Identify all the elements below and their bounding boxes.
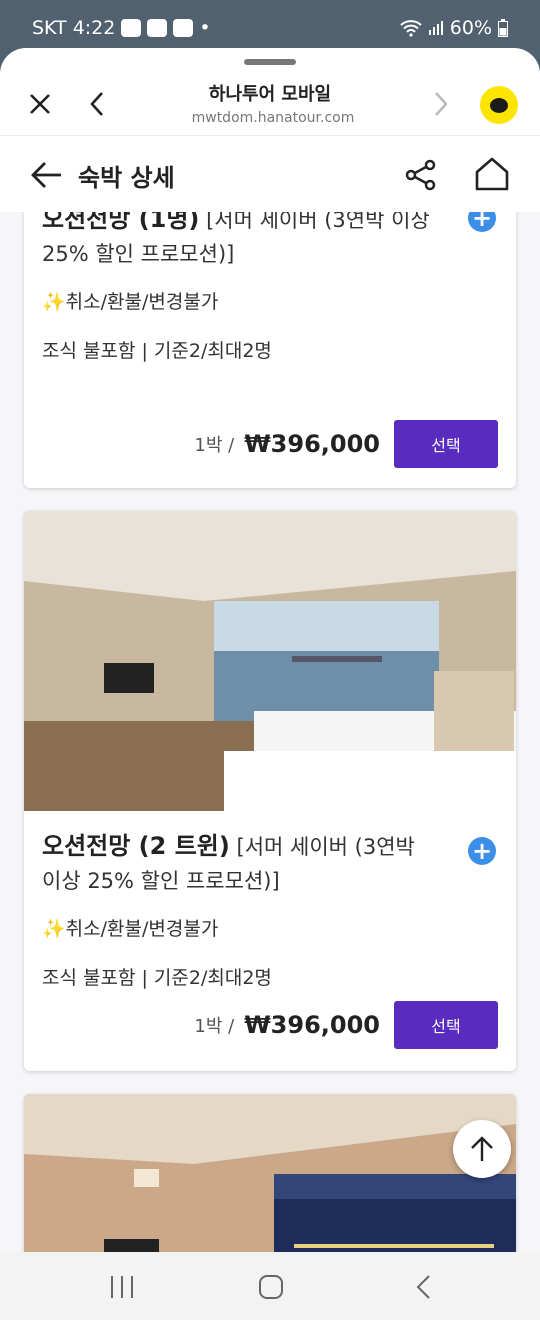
system-nav-bar	[0, 1252, 540, 1320]
per-night-label: 1박 /	[194, 1016, 235, 1037]
home-icon[interactable]	[474, 156, 510, 192]
room-name: 오션전망 (2 트윈) [서머 세이버 (3연박 이상 25% 할인 프로모션)…	[42, 832, 415, 893]
arrow-up-icon[interactable]	[453, 1120, 511, 1178]
room-card: 오션전망 (2 트윈) [서머 세이버 (3연박 이상 25% 할인 프로모션)…	[24, 511, 516, 1071]
meal-info: 조식 불포함 | 기준2/최대2명	[42, 967, 272, 989]
room-price: ₩396,000	[244, 430, 380, 458]
browser-toolbar: 하나투어 모바일 mwtdom.hanatour.com	[0, 72, 540, 136]
wifi-icon	[400, 20, 422, 37]
select-button[interactable]: 선택	[394, 420, 498, 468]
cancel-policy: ✨취소/환불/변경불가	[42, 291, 219, 313]
recent-apps-icon[interactable]	[108, 1274, 136, 1300]
battery-level: 60%	[449, 17, 492, 39]
room-photo[interactable]	[24, 511, 516, 811]
sheet-grab-handle[interactable]	[244, 59, 296, 65]
room-card	[24, 1094, 516, 1252]
meal-info: 조식 불포함 | 기준2/최대2명	[42, 340, 272, 362]
app-header: 숙박 상세	[0, 138, 540, 212]
browser-sheet: 하나투어 모바일 mwtdom.hanatour.com 숙박 상세 오션전망 …	[0, 48, 540, 1320]
back-arrow-icon[interactable]	[30, 158, 64, 192]
plus-icon[interactable]: +	[468, 837, 496, 865]
kakao-chat-icon[interactable]	[480, 86, 518, 124]
talk-notification-icon	[121, 19, 142, 37]
home-button-icon[interactable]	[258, 1274, 284, 1300]
select-button[interactable]: 선택	[394, 1001, 498, 1049]
back-button-icon[interactable]	[412, 1274, 436, 1300]
room-price: ₩396,000	[244, 1011, 380, 1039]
plus-icon[interactable]: +	[468, 212, 496, 232]
browser-title: 하나투어 모바일	[208, 84, 332, 105]
battery-icon	[498, 19, 508, 37]
page-title: 숙박 상세	[78, 164, 175, 192]
cancel-policy: ✨취소/환불/변경불가	[42, 918, 219, 940]
room-name: 오션전망 (1명) [서머 세이버 (3연박 이상 25% 할인 프로모션)]	[42, 212, 430, 266]
room-card: 오션전망 (1명) [서머 세이버 (3연박 이상 25% 할인 프로모션)] …	[24, 212, 516, 488]
gallery-notification-icon	[147, 19, 168, 37]
room-list[interactable]: 오션전망 (1명) [서머 세이버 (3연박 이상 25% 할인 프로모션)] …	[0, 212, 540, 1252]
browser-url[interactable]: mwtdom.hanatour.com	[0, 110, 540, 126]
carrier-time: SKT 4:22	[32, 17, 116, 39]
share-icon[interactable]	[404, 158, 438, 192]
signal-icon	[428, 21, 443, 35]
more-notifications-dot: •	[199, 17, 211, 39]
per-night-label: 1박 /	[194, 435, 235, 456]
k-app-notification-icon	[173, 19, 194, 37]
room-photo[interactable]	[24, 1094, 516, 1252]
chevron-right-icon[interactable]	[426, 90, 454, 118]
